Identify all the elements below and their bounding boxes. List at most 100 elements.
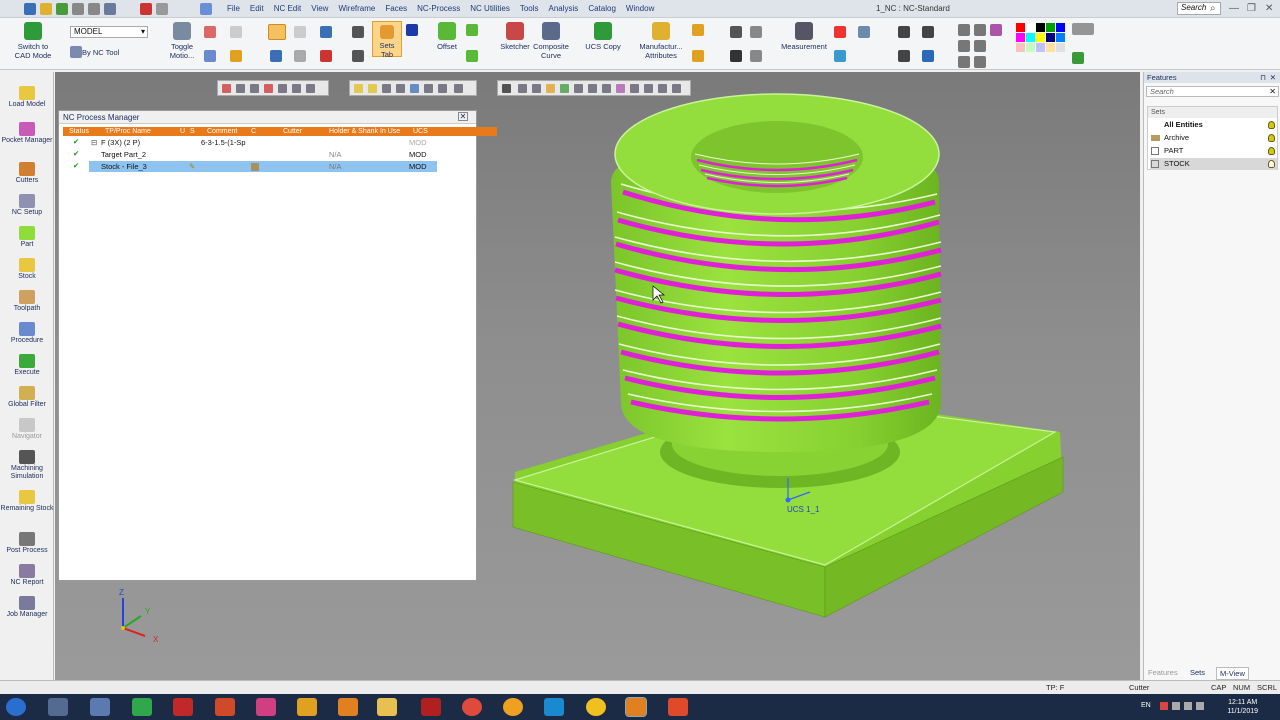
col-s[interactable]: S <box>190 127 195 136</box>
col-name[interactable]: TP/Proc Name <box>105 127 151 136</box>
select-layer-icon[interactable] <box>278 84 287 93</box>
visibility-bulb-icon[interactable] <box>1268 160 1275 168</box>
set-item-archive[interactable]: Archive <box>1150 132 1277 144</box>
toggle-motion-button[interactable]: Toggle Motio... <box>166 22 198 60</box>
model-select[interactable]: MODEL <box>70 26 148 38</box>
color-swatch-green[interactable] <box>1046 23 1055 32</box>
taskbar-app-icon[interactable] <box>256 698 276 716</box>
col-comment[interactable]: Comment <box>207 127 237 136</box>
tab-sets[interactable]: Sets <box>1190 667 1205 678</box>
minimize-icon[interactable]: — <box>1229 3 1239 14</box>
by-nc-tool-button[interactable]: By NC Tool <box>82 48 122 57</box>
pin-icon[interactable] <box>692 50 704 62</box>
new-file-icon[interactable] <box>24 3 36 15</box>
set-item-part[interactable]: PART <box>1150 145 1277 157</box>
pin-panel-icon[interactable]: ⊓ <box>1260 73 1266 82</box>
nc-report-button[interactable]: NC Report <box>0 564 54 587</box>
window-view-icon[interactable] <box>268 24 286 40</box>
tab-features[interactable]: Features <box>1148 667 1178 678</box>
taskbar-app-icon[interactable] <box>90 698 110 716</box>
view-home-icon[interactable] <box>672 84 681 93</box>
tab-m-view[interactable]: M-View <box>1216 667 1249 680</box>
taskbar-skype-icon[interactable] <box>544 698 564 716</box>
taskbar-app-icon[interactable] <box>48 698 68 716</box>
color-swatch-magenta[interactable] <box>1016 33 1025 42</box>
rotate-z-icon[interactable] <box>602 84 611 93</box>
menu-file[interactable]: File <box>222 4 245 13</box>
taskbar-explorer-icon[interactable] <box>377 698 397 716</box>
color-icon[interactable] <box>834 26 846 38</box>
surface-icon[interactable] <box>466 24 478 36</box>
color-swatch-yellow[interactable] <box>1036 33 1045 42</box>
select-filter-icon[interactable] <box>222 84 231 93</box>
wireframe-icon[interactable] <box>424 84 433 93</box>
panel-icon[interactable] <box>320 26 332 38</box>
color-swatch-white[interactable] <box>1026 23 1035 32</box>
view-back-icon[interactable] <box>974 56 986 68</box>
col-status[interactable]: Status <box>69 127 89 136</box>
global-filter-button[interactable]: Global Filter <box>0 386 54 409</box>
view-left-icon[interactable] <box>958 40 970 52</box>
view-normal-icon[interactable] <box>630 84 639 93</box>
shade-icon[interactable] <box>410 84 419 93</box>
taskbar-app-icon[interactable] <box>503 698 523 716</box>
taskbar-app-icon[interactable] <box>421 698 441 716</box>
undo-icon[interactable] <box>72 3 84 15</box>
taskbar-chrome-icon[interactable] <box>462 698 482 716</box>
select-window-icon[interactable] <box>292 84 301 93</box>
rotate-icon[interactable] <box>518 84 527 93</box>
search-icon[interactable]: ⌕ <box>1210 3 1216 14</box>
language-indicator[interactable]: EN <box>1141 702 1151 709</box>
zoom-icon[interactable] <box>898 26 910 38</box>
select-box-icon[interactable] <box>236 84 245 93</box>
load-model-button[interactable]: Load Model <box>0 86 54 109</box>
attribute-icon[interactable] <box>692 24 704 36</box>
stock-icon[interactable] <box>320 50 332 62</box>
cutters-button[interactable]: Cutters <box>0 162 54 185</box>
view-front-icon[interactable] <box>974 24 986 36</box>
pocket-manager-button[interactable]: Pocket Manager <box>0 122 54 145</box>
taskbar-active-app-icon[interactable] <box>625 697 647 717</box>
menu-wireframe[interactable]: Wireframe <box>333 4 380 13</box>
expand-icon[interactable]: ⊟ <box>91 138 97 147</box>
color-swatch-peach[interactable] <box>1046 43 1055 52</box>
delete-icon[interactable] <box>140 3 152 15</box>
annotate-icon[interactable] <box>730 50 742 62</box>
menu-window[interactable]: Window <box>621 4 659 13</box>
save-icon[interactable] <box>56 3 68 15</box>
color-swatch-gray[interactable] <box>1056 43 1065 52</box>
taskbar-app-icon[interactable] <box>338 698 358 716</box>
highlight-tool-icon[interactable] <box>230 50 242 62</box>
layers-icon[interactable] <box>406 24 418 36</box>
job-manager-button[interactable]: Job Manager <box>0 596 54 619</box>
render-icon[interactable] <box>834 50 846 62</box>
color-swatch-blue[interactable] <box>1056 23 1065 32</box>
view-prev-icon[interactable] <box>644 84 653 93</box>
fit-icon[interactable] <box>560 84 569 93</box>
restore-icon[interactable]: ❐ <box>1247 3 1256 14</box>
procedure-button[interactable]: Procedure <box>0 322 54 345</box>
color-swatch-black[interactable] <box>1036 23 1045 32</box>
volume-icon[interactable] <box>1196 702 1204 710</box>
table-icon[interactable] <box>750 50 762 62</box>
light-bulb-icon[interactable] <box>354 84 363 93</box>
manufacturing-attributes-button[interactable]: Manufactur... Attributes <box>634 22 688 60</box>
menu-nc-process[interactable]: NC-Process <box>412 4 465 13</box>
menu-faces[interactable]: Faces <box>380 4 412 13</box>
col-holder[interactable]: Holder & Shank In Use <box>329 127 400 136</box>
taskbar-app-icon[interactable] <box>668 698 688 716</box>
ucs-copy-button[interactable]: UCS Copy <box>584 22 622 51</box>
solid-icon[interactable] <box>466 50 478 62</box>
color-swatch-cyan[interactable] <box>1026 33 1035 42</box>
tray-icon[interactable] <box>1172 702 1180 710</box>
rotate-y-icon[interactable] <box>588 84 597 93</box>
col-ucs[interactable]: UCS <box>413 127 428 136</box>
taskbar-app-icon[interactable] <box>586 698 606 716</box>
view-next-icon[interactable] <box>658 84 667 93</box>
brush-icon[interactable] <box>1072 52 1084 64</box>
dimension-icon[interactable] <box>352 50 364 62</box>
view-bottom-icon[interactable] <box>958 56 970 68</box>
copy-icon[interactable] <box>156 3 168 15</box>
post-process-button[interactable]: Post Process <box>0 532 54 555</box>
zoom-window-icon[interactable] <box>898 50 910 62</box>
